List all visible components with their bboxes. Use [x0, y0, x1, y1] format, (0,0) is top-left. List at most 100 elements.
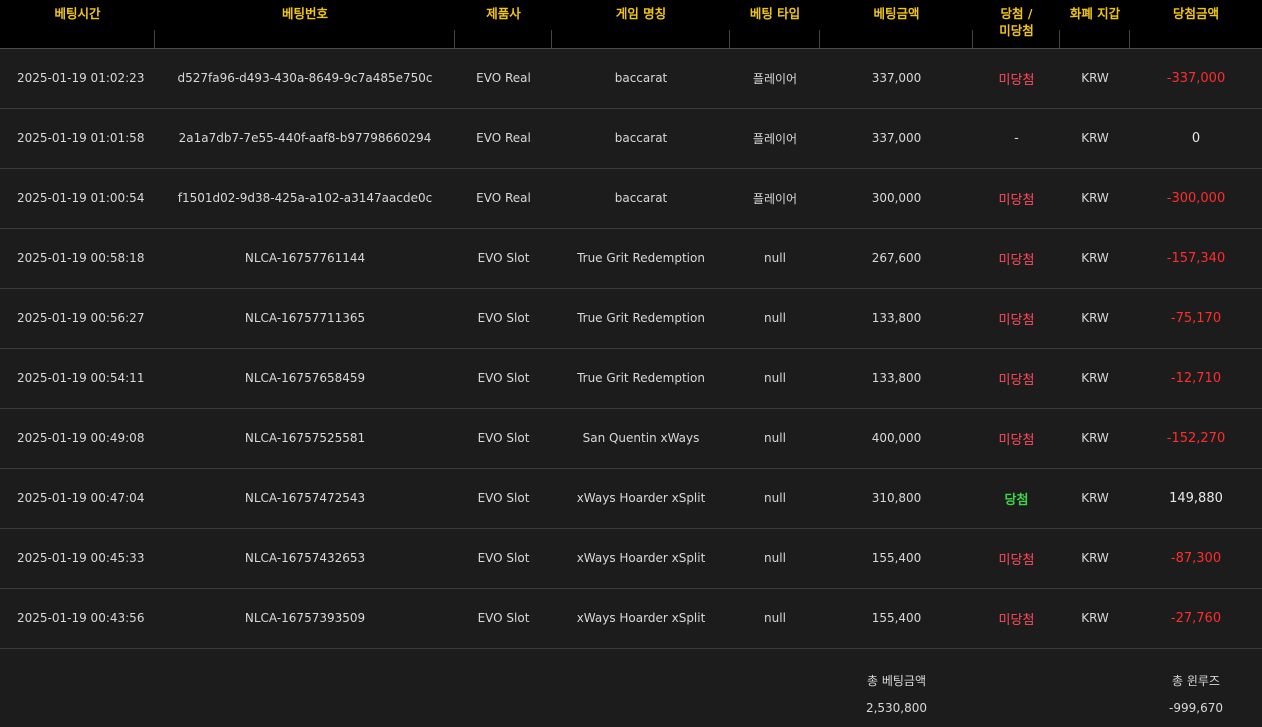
bet-amount-cell: 310,800 [871, 491, 922, 505]
bet-time-cell: 2025-01-19 01:00:54 [17, 191, 145, 205]
header-result-label: 당첨 / 미당첨 [973, 0, 1060, 39]
bet-type-cell: null [764, 491, 786, 505]
bet-type-cell: 플레이어 [752, 191, 798, 206]
game-name-cell: xWays Hoarder xSplit [576, 551, 706, 565]
game-name-cell: San Quentin xWays [582, 431, 700, 445]
header-bet-type[interactable]: 베팅 타입 [730, 0, 820, 48]
game-name-cell: baccarat [614, 191, 668, 205]
table-row[interactable]: 2025-01-19 00:49:08 NLCA-16757525581 EVO S… [0, 408, 1262, 468]
result-cell: - [1014, 130, 1019, 146]
bet-id-cell: NLCA-16757658459 [244, 371, 366, 385]
win-amount-cell: -157,340 [1166, 250, 1226, 266]
game-name-cell: xWays Hoarder xSplit [576, 491, 706, 505]
header-bet-amount[interactable]: 베팅금액 [820, 0, 973, 48]
currency-cell: KRW [1081, 191, 1109, 205]
header-currency-label: 화폐 지갑 [1069, 6, 1121, 21]
currency-cell: KRW [1081, 491, 1109, 505]
result-cell: 미당첨 [998, 612, 1035, 628]
bet-amount-cell: 155,400 [871, 611, 922, 625]
win-amount-cell: -27,760 [1170, 610, 1222, 626]
table-row[interactable]: 2025-01-19 00:47:04 NLCA-16757472543 EVO S… [0, 468, 1262, 528]
bet-time-cell: 2025-01-19 00:49:08 [17, 431, 145, 445]
bet-time-cell: 2025-01-19 00:45:33 [17, 551, 145, 565]
bet-id-cell: d527fa96-d493-430a-8649-9c7a485e750c [177, 71, 433, 85]
header-win-amount-label: 당첨금액 [1172, 6, 1219, 21]
bet-time-cell: 2025-01-19 00:47:04 [17, 491, 145, 505]
table-row[interactable]: 2025-01-19 00:43:56 NLCA-16757393509 EVO S… [0, 588, 1262, 648]
bet-type-cell: null [764, 431, 786, 445]
header-win-amount[interactable]: 당첨금액 [1130, 0, 1262, 48]
table-row[interactable]: 2025-01-19 00:45:33 NLCA-16757432653 EVO S… [0, 528, 1262, 588]
total-bet-value: 2,530,800 [865, 701, 928, 715]
game-name-cell: baccarat [614, 71, 668, 85]
table-row[interactable]: 2025-01-19 01:00:54 f1501d02-9d38-425a-a1… [0, 168, 1262, 228]
table-header: 베팅시간 베팅번호 제품사 게임 명칭 베팅 타입 베팅금액 당첨 / 미당첨 … [0, 0, 1262, 48]
bet-type-cell: null [764, 611, 786, 625]
header-bet-type-label: 베팅 타입 [749, 6, 801, 21]
result-cell: 미당첨 [998, 192, 1035, 208]
provider-cell: EVO Slot [477, 551, 530, 565]
bet-time-cell: 2025-01-19 00:54:11 [17, 371, 145, 385]
result-cell: 미당첨 [998, 72, 1035, 88]
bet-id-cell: NLCA-16757525581 [244, 431, 366, 445]
header-bet-time[interactable]: 베팅시간 [0, 0, 155, 48]
currency-cell: KRW [1081, 131, 1109, 145]
result-cell: 당첨 [1004, 492, 1029, 508]
win-amount-cell: -75,170 [1170, 310, 1222, 326]
result-cell: 미당첨 [998, 552, 1035, 568]
bet-time-cell: 2025-01-19 01:01:58 [17, 131, 145, 145]
header-game-name-label: 게임 명칭 [615, 6, 667, 21]
win-amount-cell: 0 [1191, 130, 1201, 146]
bet-amount-cell: 133,800 [871, 311, 922, 325]
bet-amount-cell: 133,800 [871, 371, 922, 385]
bet-amount-cell: 400,000 [871, 431, 922, 445]
provider-cell: EVO Real [476, 131, 531, 145]
total-winloss-label: 총 윈루즈 [1172, 674, 1220, 688]
table-row[interactable]: 2025-01-19 00:56:27 NLCA-16757711365 EVO S… [0, 288, 1262, 348]
table-row[interactable]: 2025-01-19 00:54:11 NLCA-16757658459 EVO S… [0, 348, 1262, 408]
bet-id-cell: f1501d02-9d38-425a-a102-a3147aacde0c [177, 191, 433, 205]
result-cell: 미당첨 [998, 432, 1035, 448]
bet-history-table: 베팅시간 베팅번호 제품사 게임 명칭 베팅 타입 베팅금액 당첨 / 미당첨 … [0, 0, 1262, 723]
total-winloss-value: -999,670 [1169, 701, 1223, 715]
currency-cell: KRW [1081, 251, 1109, 265]
header-provider-label: 제품사 [486, 6, 521, 21]
header-bet-amount-label: 베팅금액 [873, 6, 920, 21]
win-amount-cell: -12,710 [1170, 370, 1222, 386]
provider-cell: EVO Real [476, 191, 531, 205]
bet-time-cell: 2025-01-19 00:43:56 [17, 611, 145, 625]
table-row[interactable]: 2025-01-19 00:58:18 NLCA-16757761144 EVO S… [0, 228, 1262, 288]
bet-type-cell: 플레이어 [752, 131, 798, 146]
provider-cell: EVO Slot [477, 611, 530, 625]
bet-type-cell: null [764, 311, 786, 325]
total-bet-label: 총 베팅금액 [866, 674, 926, 688]
header-provider[interactable]: 제품사 [455, 0, 552, 48]
header-bet-id[interactable]: 베팅번호 [155, 0, 455, 48]
win-amount-cell: -152,270 [1166, 430, 1226, 446]
header-game-name[interactable]: 게임 명칭 [552, 0, 730, 48]
header-result-line1: 당첨 / [1000, 6, 1033, 21]
currency-cell: KRW [1081, 551, 1109, 565]
provider-cell: EVO Slot [477, 251, 530, 265]
bet-type-cell: null [764, 551, 786, 565]
bet-type-cell: null [764, 251, 786, 265]
currency-cell: KRW [1081, 311, 1109, 325]
bet-id-cell: 2a1a7db7-7e55-440f-aaf8-b97798660294 [178, 131, 432, 145]
game-name-cell: True Grit Redemption [577, 311, 705, 325]
provider-cell: EVO Slot [477, 491, 530, 505]
table-summary: 총 베팅금액 총 윈루즈 2,530,800 -999,670 [0, 648, 1262, 723]
header-currency[interactable]: 화폐 지갑 [1060, 0, 1130, 48]
table-row[interactable]: 2025-01-19 01:02:23 d527fa96-d493-430a-86… [0, 48, 1262, 108]
win-amount-cell: -87,300 [1170, 550, 1222, 566]
bet-id-cell: NLCA-16757761144 [244, 251, 366, 265]
win-amount-cell: 149,880 [1169, 490, 1223, 506]
bet-amount-cell: 337,000 [871, 131, 922, 145]
table-row[interactable]: 2025-01-19 01:01:58 2a1a7db7-7e55-440f-aa… [0, 108, 1262, 168]
header-result[interactable]: 당첨 / 미당첨 [973, 0, 1060, 48]
bet-history-panel: 베팅시간 베팅번호 제품사 게임 명칭 베팅 타입 베팅금액 당첨 / 미당첨 … [0, 0, 1262, 727]
provider-cell: EVO Slot [477, 311, 530, 325]
currency-cell: KRW [1081, 71, 1109, 85]
bet-time-cell: 2025-01-19 01:02:23 [17, 71, 145, 85]
bet-amount-cell: 155,400 [871, 551, 922, 565]
bet-time-cell: 2025-01-19 00:58:18 [17, 251, 145, 265]
